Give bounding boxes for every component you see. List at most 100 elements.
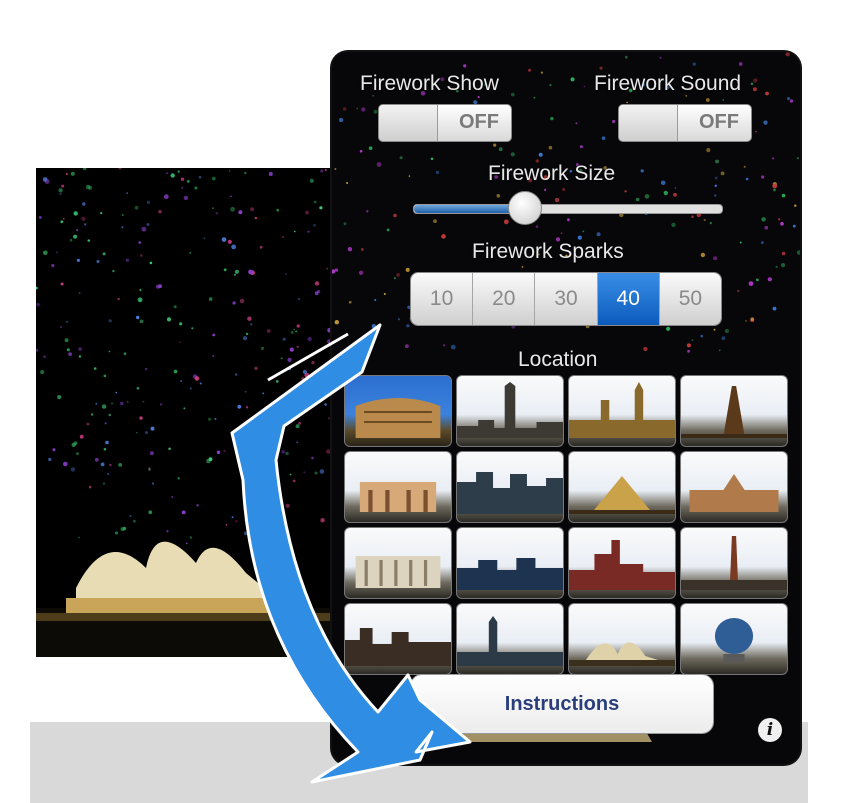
firework-spark <box>194 376 200 381</box>
firework-spark <box>52 448 56 452</box>
firework-spark <box>550 116 554 121</box>
location-downtown-skyline[interactable] <box>568 527 676 599</box>
firework-spark <box>361 107 366 112</box>
firework-spark <box>108 413 111 417</box>
firework-spark <box>123 352 127 355</box>
firework-sparks-label: Firework Sparks <box>472 240 624 263</box>
firework-spark <box>406 324 410 328</box>
firework-spark <box>84 223 87 226</box>
firework-spark <box>493 143 497 147</box>
firework-spark <box>36 286 38 290</box>
location-london-parliament[interactable] <box>568 375 676 447</box>
sparks-option-40[interactable]: 40 <box>597 273 660 325</box>
slider-thumb[interactable] <box>507 191 542 225</box>
firework-spark <box>435 170 440 175</box>
sparks-option-50[interactable]: 50 <box>659 273 721 325</box>
location-minaret-city[interactable] <box>456 603 564 675</box>
firework-spark <box>76 258 80 262</box>
sparks-option-10[interactable]: 10 <box>411 273 474 325</box>
firework-spark <box>244 390 247 393</box>
firework-spark <box>221 237 227 242</box>
firework-spark <box>714 194 717 197</box>
firework-spark <box>95 402 98 405</box>
firework-spark <box>691 339 694 342</box>
firework-spark <box>43 250 48 256</box>
firework-spark <box>73 211 78 216</box>
firework-spark <box>237 404 242 409</box>
firework-spark <box>170 173 175 178</box>
location-globe-monument[interactable] <box>680 603 788 675</box>
firework-spark <box>738 62 743 66</box>
firework-spark <box>36 348 39 352</box>
firework-spark <box>244 531 248 536</box>
firework-spark <box>737 289 740 293</box>
location-lincoln-memorial[interactable] <box>344 527 452 599</box>
location-spire-tower[interactable] <box>680 527 788 599</box>
firework-spark <box>66 348 70 352</box>
firework-spark <box>748 281 754 286</box>
firework-spark <box>234 269 239 274</box>
firework-spark <box>295 330 297 333</box>
firework-spark <box>235 373 238 376</box>
location-city-waterfront[interactable] <box>456 527 564 599</box>
firework-spark <box>313 200 317 204</box>
firework-spark <box>307 230 310 233</box>
firework-spark <box>371 324 376 329</box>
firework-spark <box>78 347 82 351</box>
location-colosseum[interactable] <box>344 375 452 447</box>
firework-spark <box>405 344 409 349</box>
location-palace-building[interactable] <box>680 451 788 523</box>
firework-spark <box>792 224 796 228</box>
firework-spark <box>82 202 86 206</box>
sparks-option-30[interactable]: 30 <box>535 273 598 325</box>
firework-spark <box>297 297 301 301</box>
firework-spark <box>753 78 758 83</box>
instructions-button[interactable]: Instructions <box>410 674 714 734</box>
firework-spark <box>138 241 141 244</box>
toggle-state: OFF <box>699 111 739 133</box>
location-city-skyline[interactable] <box>456 451 564 523</box>
firework-sound-toggle[interactable]: OFF <box>618 104 752 142</box>
toggle-knob <box>379 105 438 141</box>
firework-spark <box>136 315 140 320</box>
firework-spark <box>596 232 601 237</box>
firework-spark <box>289 347 294 352</box>
firework-spark <box>145 431 148 435</box>
firework-spark <box>61 184 65 188</box>
firework-spark <box>560 232 563 235</box>
firework-spark <box>692 62 696 66</box>
firework-spark <box>687 349 690 353</box>
info-icon[interactable]: i <box>758 718 782 742</box>
firework-spark <box>163 194 169 200</box>
firework-spark <box>343 107 347 111</box>
firework-spark <box>549 83 552 87</box>
firework-spark <box>212 354 215 357</box>
location-skyline-tower[interactable] <box>456 375 564 447</box>
firework-spark <box>60 220 64 224</box>
firework-spark <box>548 145 553 150</box>
location-brandenburg-gate[interactable] <box>344 451 452 523</box>
location-sydney-opera-house[interactable] <box>568 603 676 675</box>
firework-show-toggle[interactable]: OFF <box>378 104 512 142</box>
firework-spark <box>158 284 162 289</box>
firework-spark <box>180 380 183 383</box>
firework-spark <box>103 447 107 451</box>
firework-spark <box>260 346 264 350</box>
location-eiffel-tower[interactable] <box>680 375 788 447</box>
firework-spark <box>82 168 87 171</box>
firework-spark <box>126 401 129 403</box>
firework-spark <box>212 176 216 181</box>
firework-spark <box>215 212 219 215</box>
firework-spark <box>433 219 437 224</box>
firework-spark <box>715 159 719 164</box>
firework-size-slider[interactable] <box>413 204 723 214</box>
firework-spark <box>60 282 64 286</box>
location-skyline-night[interactable] <box>344 603 452 675</box>
firework-spark <box>303 471 306 474</box>
firework-spark <box>299 383 302 385</box>
sparks-option-20[interactable]: 20 <box>473 273 536 325</box>
firework-spark <box>149 451 154 456</box>
firework-spark <box>254 216 258 220</box>
location-louvre-pyramid[interactable] <box>568 451 676 523</box>
firework-spark <box>644 194 650 199</box>
